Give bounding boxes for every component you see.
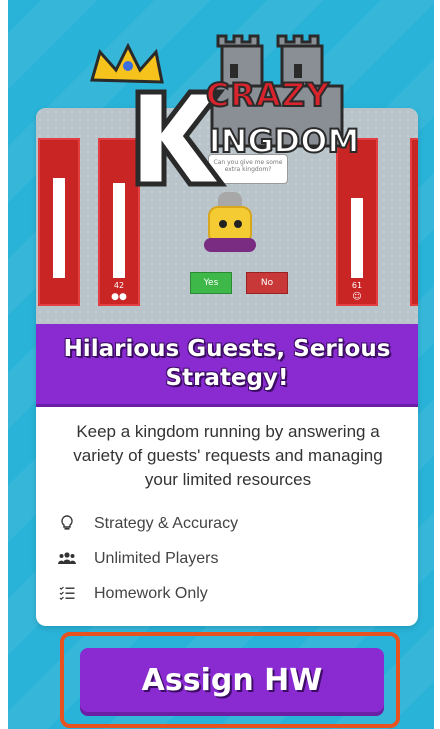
smile-icon: ☺ <box>352 292 362 302</box>
assign-hw-label: Assign HW <box>141 662 323 698</box>
banner-title: Hilarious Guests, Serious Strategy! <box>63 336 391 391</box>
crazy-kingdom-logo: CRAZY INGDOM <box>90 34 360 187</box>
logo-text-kingdom: INGDOM <box>209 122 360 160</box>
resource-value: 61 <box>351 281 363 290</box>
feature-homework: Homework Only <box>58 582 208 606</box>
feature-strategy: Strategy & Accuracy <box>58 512 238 536</box>
feature-label: Unlimited Players <box>94 550 219 567</box>
guest-character <box>204 192 256 252</box>
yes-button: Yes <box>190 272 232 294</box>
resource-bar <box>410 138 418 306</box>
feature-players: Unlimited Players <box>58 547 218 571</box>
users-icon: ●● <box>111 292 127 302</box>
resource-value: 42 <box>113 281 125 290</box>
resource-bar-fill <box>53 178 65 278</box>
game-detail-panel: 42 ●● 61 ☺ Can you give me some extra ki… <box>8 0 434 729</box>
no-button: No <box>246 272 288 294</box>
game-description: Keep a kingdom running by answering a va… <box>73 422 383 489</box>
title-banner: Hilarious Guests, Serious Strategy! <box>36 324 418 404</box>
logo-text-crazy: CRAZY <box>206 76 330 114</box>
lightbulb-icon <box>58 514 76 534</box>
feature-label: Homework Only <box>94 585 208 602</box>
assign-hw-button[interactable]: Assign HW <box>80 648 384 712</box>
checklist-icon <box>58 586 76 603</box>
resource-bar-fill <box>351 198 363 278</box>
feature-label: Strategy & Accuracy <box>94 515 239 532</box>
users-icon <box>58 551 76 567</box>
